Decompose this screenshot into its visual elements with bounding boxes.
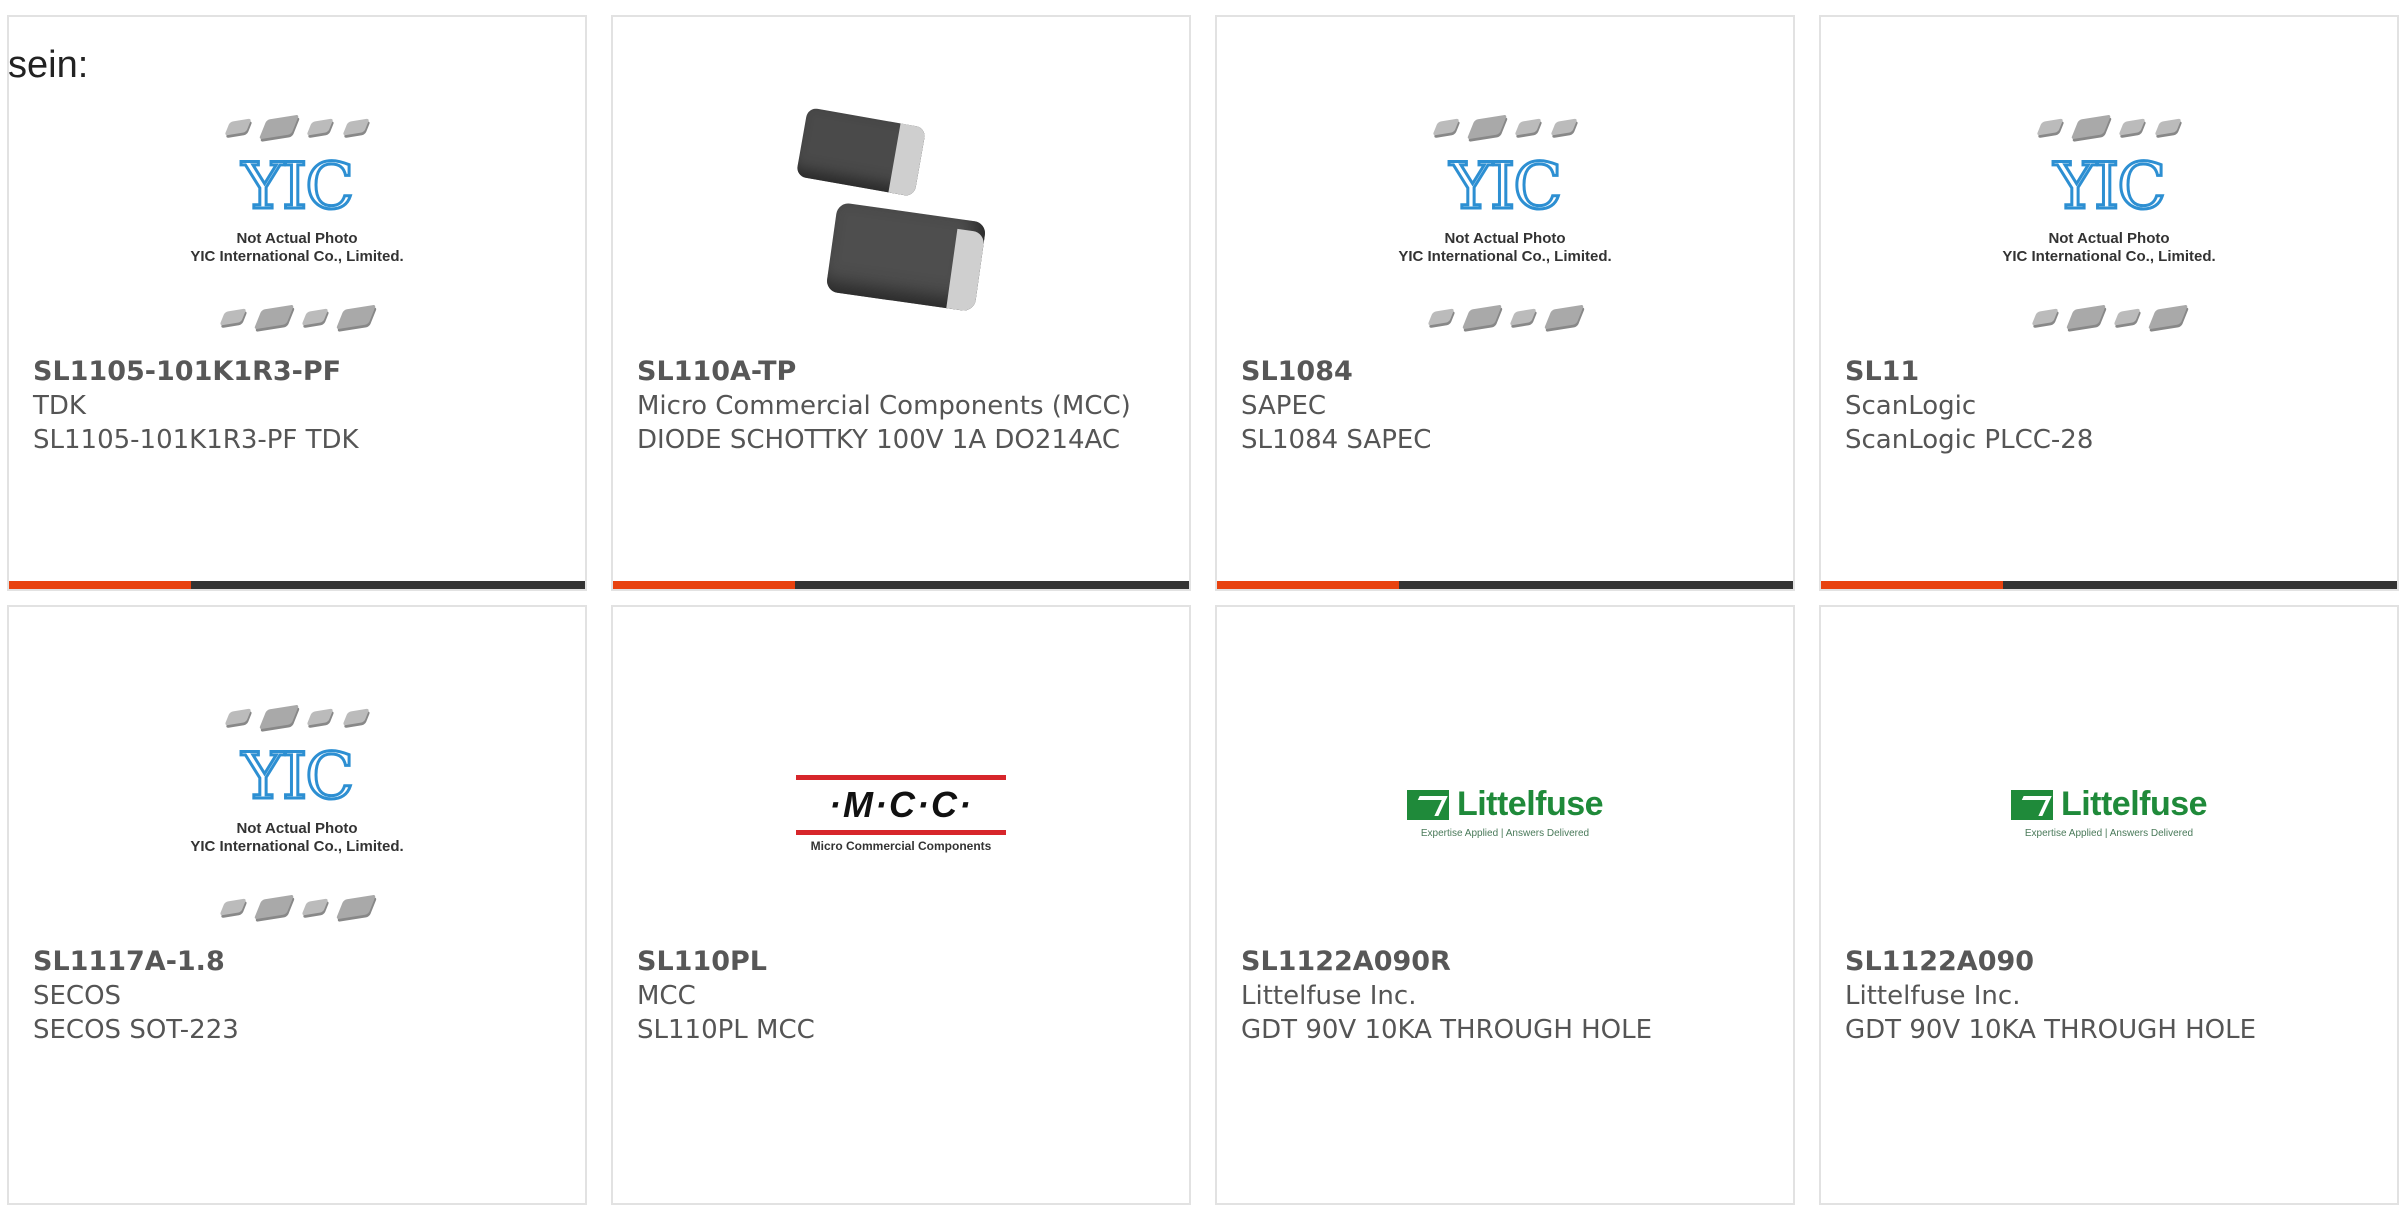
product-card[interactable]: Littelfuse Expertise Applied | Answers D… xyxy=(1215,605,1795,1205)
description: SL110PL MCC xyxy=(637,1015,815,1045)
manufacturer: Littelfuse Inc. xyxy=(1241,981,1417,1011)
chip-icons xyxy=(162,692,432,742)
mcc-logo-text: ·M·C·C· xyxy=(829,784,973,825)
manufacturer: SECOS xyxy=(33,981,122,1011)
placeholder-caption: Not Actual Photo xyxy=(236,820,358,837)
product-image: ·M·C·C· Micro Commercial Components xyxy=(613,667,1189,957)
littelfuse-logo-text: Littelfuse xyxy=(2060,785,2208,823)
chip-icons xyxy=(1370,102,1640,152)
description: ScanLogic PLCC-28 xyxy=(1845,425,2094,455)
part-number[interactable]: SL1122A090R xyxy=(1241,945,1763,979)
description: GDT 90V 10KA THROUGH HOLE xyxy=(1845,1015,2257,1045)
product-image: YIC Not Actual Photo YIC International Co… xyxy=(1217,77,1793,367)
manufacturer: ScanLogic xyxy=(1845,391,1977,421)
littelfuse-logo: Littelfuse Expertise Applied | Answers D… xyxy=(1406,785,1604,839)
product-image: Littelfuse Expertise Applied | Answers D… xyxy=(1821,667,2397,957)
diode-photo xyxy=(791,107,1011,337)
product-image: YIC Not Actual Photo YIC International Co… xyxy=(9,77,585,367)
product-card[interactable]: YIC Not Actual Photo YIC International Co… xyxy=(1215,15,1795,591)
yic-placeholder-image: YIC Not Actual Photo YIC International Co… xyxy=(162,102,432,342)
page: sein: YIC Not Actual Photo YIC Internatio… xyxy=(0,0,2400,1205)
product-image: YIC Not Actual Photo YIC International Co… xyxy=(1821,77,2397,367)
card-accent-bar xyxy=(9,581,585,589)
product-card[interactable]: Littelfuse Expertise Applied | Answers D… xyxy=(1819,605,2399,1205)
product-card[interactable]: YIC Not Actual Photo YIC International Co… xyxy=(1819,15,2399,591)
placeholder-caption: Not Actual Photo xyxy=(1444,230,1566,247)
chip-icons xyxy=(162,102,432,152)
littelfuse-logo: Littelfuse Expertise Applied | Answers D… xyxy=(2010,785,2208,839)
product-image: Littelfuse Expertise Applied | Answers D… xyxy=(1217,667,1793,957)
part-number[interactable]: SL110A-TP xyxy=(637,355,1159,389)
card-accent-bar xyxy=(1217,581,1793,589)
placeholder-company: YIC International Co., Limited. xyxy=(1398,248,1612,265)
chip-icons xyxy=(1370,292,1640,342)
chip-icons xyxy=(162,882,432,932)
yic-logo: YIC xyxy=(1448,150,1564,224)
description: SL1084 SAPEC xyxy=(1241,425,1432,455)
chip-icons xyxy=(1974,102,2244,152)
littelfuse-tagline: Expertise Applied | Answers Delivered xyxy=(2024,828,2194,839)
part-number[interactable]: SL1117A-1.8 xyxy=(33,945,555,979)
part-number[interactable]: SL110PL xyxy=(637,945,1159,979)
mcc-logo: ·M·C·C· Micro Commercial Components xyxy=(796,771,1006,853)
part-number[interactable]: SL1084 xyxy=(1241,355,1763,389)
placeholder-company: YIC International Co., Limited. xyxy=(2002,248,2216,265)
description: DIODE SCHOTTKY 100V 1A DO214AC xyxy=(637,425,1120,455)
yic-placeholder-image: YIC Not Actual Photo YIC International Co… xyxy=(1370,102,1640,342)
placeholder-company: YIC International Co., Limited. xyxy=(190,248,404,265)
chip-icons xyxy=(1974,292,2244,342)
mcc-logo-subtitle: Micro Commercial Components xyxy=(810,839,992,853)
description: SL1105-101K1R3-PF TDK xyxy=(33,425,359,455)
product-grid: YIC Not Actual Photo YIC International Co… xyxy=(7,15,2399,1205)
placeholder-caption: Not Actual Photo xyxy=(2048,230,2170,247)
part-number[interactable]: SL1122A090 xyxy=(1845,945,2367,979)
card-accent-bar xyxy=(613,581,1189,589)
manufacturer: SAPEC xyxy=(1241,391,1327,421)
yic-logo: YIC xyxy=(240,740,356,814)
littelfuse-logo-text: Littelfuse xyxy=(1456,785,1604,823)
product-image xyxy=(613,77,1189,367)
yic-placeholder-image: YIC Not Actual Photo YIC International Co… xyxy=(1974,102,2244,342)
littelfuse-mark-icon xyxy=(2010,789,2053,820)
part-number[interactable]: SL11 xyxy=(1845,355,2367,389)
littelfuse-tagline: Expertise Applied | Answers Delivered xyxy=(1420,828,1590,839)
littelfuse-mark-icon xyxy=(1406,789,1449,820)
manufacturer: TDK xyxy=(33,391,86,421)
yic-logo: YIC xyxy=(2052,150,2168,224)
part-number[interactable]: SL1105-101K1R3-PF xyxy=(33,355,555,389)
product-card[interactable]: SL110A-TP Micro Commercial Components (M… xyxy=(611,15,1191,591)
chip-icons xyxy=(162,292,432,342)
placeholder-caption: Not Actual Photo xyxy=(236,230,358,247)
intro-text: sein: xyxy=(8,44,89,86)
yic-logo: YIC xyxy=(240,150,356,224)
manufacturer: MCC xyxy=(637,981,696,1011)
product-card[interactable]: YIC Not Actual Photo YIC International Co… xyxy=(7,605,587,1205)
manufacturer: Littelfuse Inc. xyxy=(1845,981,2021,1011)
placeholder-company: YIC International Co., Limited. xyxy=(190,838,404,855)
product-card[interactable]: YIC Not Actual Photo YIC International Co… xyxy=(7,15,587,591)
yic-placeholder-image: YIC Not Actual Photo YIC International Co… xyxy=(162,692,432,932)
product-image: YIC Not Actual Photo YIC International Co… xyxy=(9,667,585,957)
product-card[interactable]: ·M·C·C· Micro Commercial Components SL11… xyxy=(611,605,1191,1205)
manufacturer: Micro Commercial Components (MCC) xyxy=(637,391,1131,421)
description: SECOS SOT-223 xyxy=(33,1015,239,1045)
description: GDT 90V 10KA THROUGH HOLE xyxy=(1241,1015,1653,1045)
card-accent-bar xyxy=(1821,581,2397,589)
